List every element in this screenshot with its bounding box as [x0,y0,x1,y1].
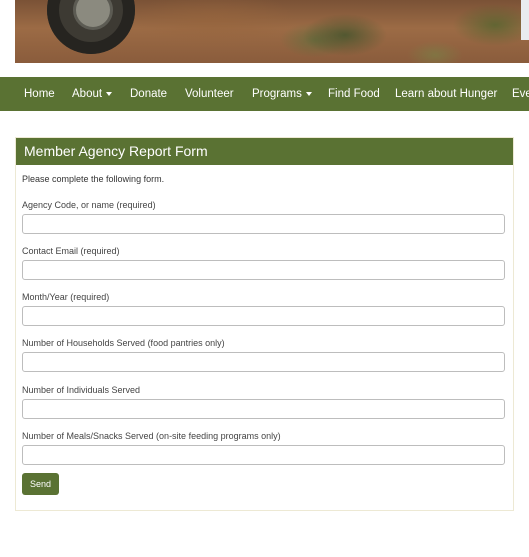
month-year-label: Month/Year (required) [22,292,110,302]
nav-donate[interactable]: Donate [130,77,167,111]
agency-code-input[interactable] [22,214,505,234]
nav-home[interactable]: Home [24,77,55,111]
nav-events-label: Eve [512,88,529,100]
nav-find-food-label: Find Food [328,88,380,100]
sky-edge [521,0,529,40]
meals-served-input[interactable] [22,445,505,465]
individuals-served-input[interactable] [22,399,505,419]
report-form-panel: Member Agency Report Form Please complet… [15,137,514,511]
send-button[interactable]: Send [22,473,59,495]
month-year-input[interactable] [22,306,505,326]
individuals-served-label: Number of Individuals Served [22,385,141,395]
nav-volunteer-label: Volunteer [185,88,234,100]
form-title: Member Agency Report Form [16,138,513,165]
contact-email-input[interactable] [22,260,505,280]
contact-email-label: Contact Email (required) [22,246,120,256]
households-served-label: Number of Households Served (food pantri… [22,338,225,348]
caret-down-icon [305,91,312,96]
form-intro: Please complete the following form. [22,174,165,184]
nav-find-food[interactable]: Find Food [328,77,380,111]
nav-donate-label: Donate [130,88,168,100]
nav-learn-about-hunger[interactable]: Learn about Hunger [395,77,497,111]
nav-programs-label: Programs [252,88,302,100]
nav-learn-label: Learn about Hunger [395,88,498,100]
households-served-input[interactable] [22,352,505,372]
meals-served-label: Number of Meals/Snacks Served (on-site f… [22,431,281,441]
hero-image [15,0,529,63]
nav-about-label: About [72,88,103,100]
caret-down-icon [106,91,113,96]
agency-code-label: Agency Code, or name (required) [22,200,156,210]
main-nav: Home About Donate Volunteer Programs Fin… [0,77,529,111]
nav-programs[interactable]: Programs [252,77,312,111]
nav-volunteer[interactable]: Volunteer [185,77,234,111]
nav-events[interactable]: Eve [512,77,529,111]
nav-home-label: Home [24,88,55,100]
nav-about[interactable]: About [72,77,113,111]
